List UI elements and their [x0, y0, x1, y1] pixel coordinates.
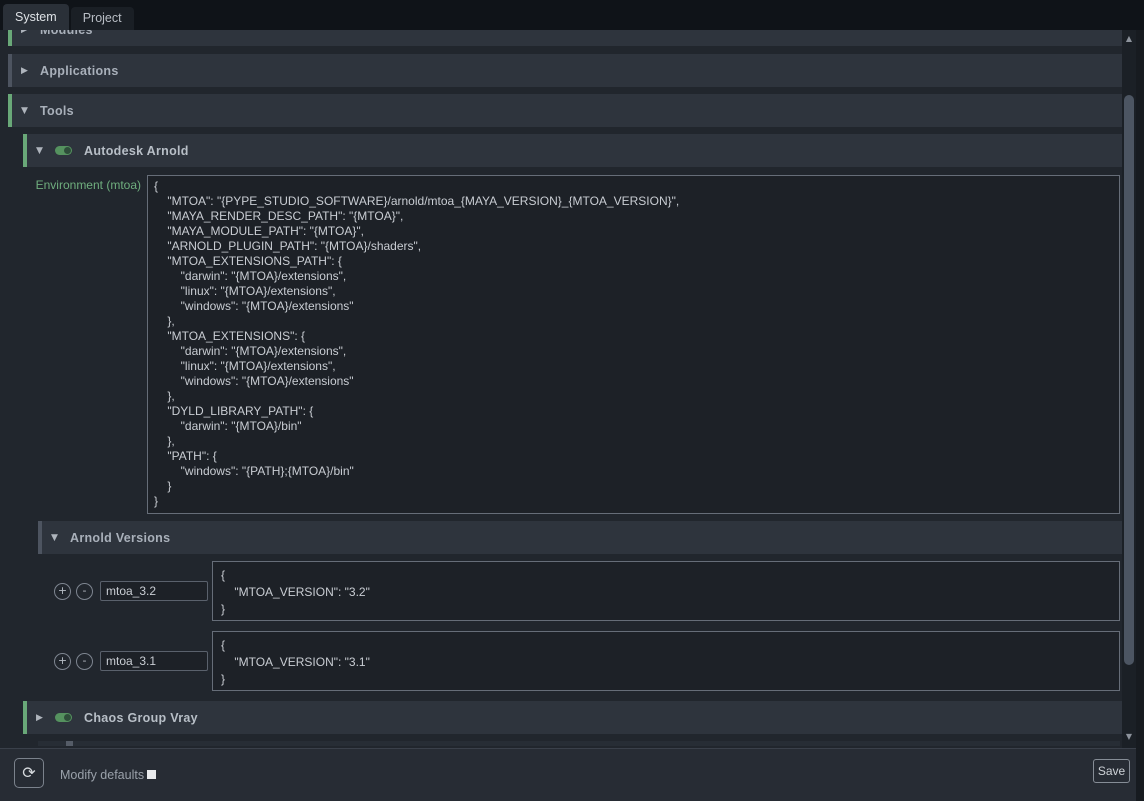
modify-defaults-label: Modify defaults: [60, 749, 144, 801]
refresh-icon: ⟳: [22, 763, 35, 782]
version-name-input[interactable]: [100, 581, 208, 601]
section-title: Autodesk Arnold: [84, 144, 189, 158]
add-version-button[interactable]: +: [54, 583, 71, 600]
section-header-arnold-versions[interactable]: ▼ Arnold Versions: [38, 521, 1122, 554]
collapsed-arrow-icon: ▶: [21, 30, 31, 35]
collapsed-arrow-icon: ▶: [36, 713, 46, 723]
footer-bar: ⟳ Modify defaults Save: [0, 748, 1136, 801]
arnold-enabled-toggle[interactable]: [55, 146, 72, 155]
version-name-input[interactable]: [100, 651, 208, 671]
save-button[interactable]: Save: [1093, 759, 1130, 783]
expanded-arrow-icon: ▼: [21, 106, 31, 116]
section-title: Arnold Versions: [70, 531, 170, 545]
environment-row: Environment (mtoa) { "MTOA": "{PYPE_STUD…: [25, 175, 1120, 514]
version-json-textarea[interactable]: { "MTOA_VERSION": "3.1" }: [212, 631, 1120, 691]
expanded-arrow-icon: ▼: [51, 533, 61, 543]
add-version-button[interactable]: +: [54, 653, 71, 670]
refresh-button[interactable]: ⟳: [14, 758, 44, 788]
tab-bar: System Project: [0, 0, 1144, 30]
section-header-applications[interactable]: ▶ Applications: [8, 54, 1122, 87]
tab-project[interactable]: Project: [71, 7, 134, 30]
modify-defaults-checkbox[interactable]: [147, 770, 156, 779]
vray-enabled-toggle[interactable]: [55, 713, 72, 722]
section-title: Tools: [40, 104, 74, 118]
section-header-tools[interactable]: ▼ Tools: [8, 94, 1122, 127]
expanded-arrow-icon: ▼: [36, 146, 46, 156]
environment-json-textarea[interactable]: { "MTOA": "{PYPE_STUDIO_SOFTWARE}/arnold…: [147, 175, 1120, 514]
scroll-down-icon[interactable]: ▼: [1122, 730, 1136, 744]
window-edge: [1136, 30, 1144, 801]
section-header-chaos-group-vray[interactable]: ▶ Chaos Group Vray: [23, 701, 1122, 734]
section-modules-clipped: ▶ Modules: [0, 30, 1136, 46]
tab-system[interactable]: System: [3, 4, 69, 30]
clipped-next-section: [38, 741, 1120, 746]
collapsed-arrow-icon: ▶: [21, 66, 31, 76]
version-row: + - { "MTOA_VERSION": "3.1" }: [54, 631, 1120, 691]
remove-version-button[interactable]: -: [76, 653, 93, 670]
version-json-textarea[interactable]: { "MTOA_VERSION": "3.2" }: [212, 561, 1120, 621]
settings-window: System Project ▶ Modules ▶ Applications …: [0, 0, 1144, 801]
section-title: Modules: [40, 30, 93, 37]
remove-version-button[interactable]: -: [76, 583, 93, 600]
version-row: + - { "MTOA_VERSION": "3.2" }: [54, 561, 1120, 621]
section-title: Applications: [40, 64, 119, 78]
scrollbar-thumb[interactable]: [1124, 95, 1134, 665]
scroll-up-icon[interactable]: ▲: [1122, 32, 1136, 46]
environment-label: Environment (mtoa): [25, 175, 147, 514]
section-header-autodesk-arnold[interactable]: ▼ Autodesk Arnold: [23, 134, 1122, 167]
section-title: Chaos Group Vray: [84, 711, 198, 725]
section-header-modules[interactable]: ▶ Modules: [8, 30, 1122, 46]
vertical-scrollbar[interactable]: ▲ ▼: [1122, 30, 1136, 748]
settings-scroll-area: ▶ Modules ▶ Applications ▼ Tools ▼ Autod…: [0, 30, 1136, 748]
